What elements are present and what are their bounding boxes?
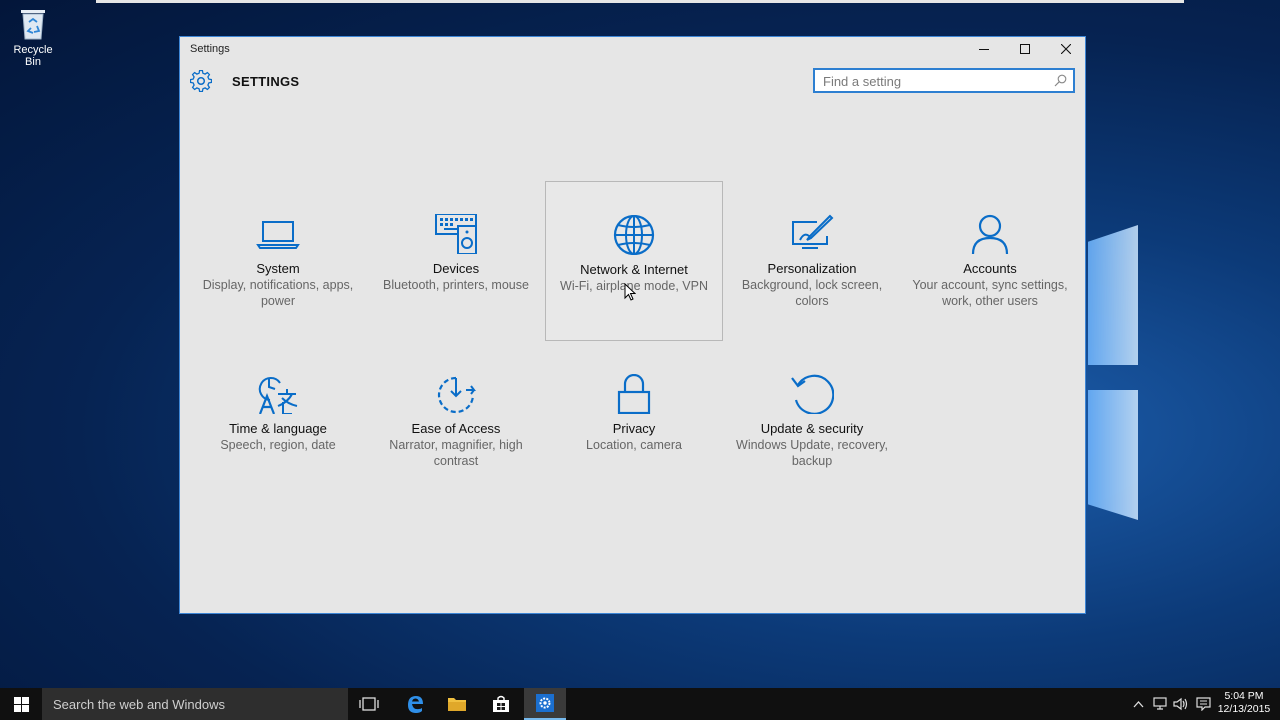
show-hidden-icons-button[interactable] xyxy=(1130,688,1146,720)
taskbar: Search the web and Windows 5:04 PM 12/13… xyxy=(0,688,1280,720)
store-icon xyxy=(493,695,509,712)
taskbar-search-box[interactable]: Search the web and Windows xyxy=(42,688,348,720)
tile-description: Background, lock screen, colors xyxy=(741,278,883,308)
minimize-button[interactable] xyxy=(964,37,1004,61)
background-window-edge xyxy=(96,0,1184,3)
search-icon[interactable] xyxy=(1054,74,1067,87)
time-language-icon xyxy=(189,374,367,416)
taskbar-clock[interactable]: 5:04 PM 12/13/2015 xyxy=(1212,690,1276,716)
task-view-icon xyxy=(359,697,379,711)
recycle-bin-icon xyxy=(18,6,48,40)
settings-gear-icon xyxy=(536,694,554,712)
action-center-button[interactable] xyxy=(1194,688,1212,720)
laptop-icon xyxy=(189,214,367,256)
tile-personalization[interactable]: Personalization Background, lock screen,… xyxy=(723,181,901,341)
tile-name: Network & Internet xyxy=(580,262,688,277)
windows-start-icon xyxy=(13,696,29,712)
mouse-cursor-icon xyxy=(624,283,636,301)
ease-of-access-icon xyxy=(367,374,545,416)
edge-icon xyxy=(408,696,423,713)
network-icon xyxy=(1153,697,1167,710)
window-title: Settings xyxy=(190,43,230,55)
lock-icon xyxy=(545,374,723,416)
task-view-button[interactable] xyxy=(348,688,390,720)
tile-description: Speech, region, date xyxy=(220,438,336,452)
clock-time: 5:04 PM xyxy=(1224,690,1264,702)
tile-description: Display, notifications, apps, power xyxy=(202,278,354,308)
chevron-up-icon xyxy=(1133,700,1143,707)
tile-name: Privacy xyxy=(612,421,656,436)
network-tray-button[interactable] xyxy=(1151,688,1169,720)
tile-description: Windows Update, recovery, backup xyxy=(736,438,888,468)
clock-date: 12/13/2015 xyxy=(1217,703,1271,715)
tile-time-language[interactable]: Time & language Speech, region, date xyxy=(189,341,367,501)
tile-description: Your account, sync settings, work, other… xyxy=(912,278,1068,308)
tile-network-internet[interactable]: Network & Internet Wi-Fi, airplane mode,… xyxy=(545,181,723,341)
tile-ease-of-access[interactable]: Ease of Access Narrator, magnifier, high… xyxy=(367,341,545,501)
devices-icon xyxy=(367,214,545,256)
tile-name: Time & language xyxy=(229,421,327,436)
folder-icon xyxy=(448,698,466,711)
tile-description: Bluetooth, printers, mouse xyxy=(383,278,529,292)
settings-taskbar-button[interactable] xyxy=(524,688,566,720)
notifications-icon xyxy=(1195,697,1211,711)
tile-name: Update & security xyxy=(760,421,864,436)
recycle-bin[interactable]: Recycle Bin xyxy=(4,6,62,68)
paint-icon xyxy=(723,214,901,256)
tile-privacy[interactable]: Privacy Location, camera xyxy=(545,341,723,501)
file-explorer-button[interactable] xyxy=(436,688,478,720)
search-placeholder: Find a setting xyxy=(823,74,902,89)
tile-name: Ease of Access xyxy=(411,421,501,436)
close-button[interactable] xyxy=(1046,37,1086,61)
settings-header: SETTINGS xyxy=(190,70,299,92)
tile-name: System xyxy=(256,261,300,276)
page-title: SETTINGS xyxy=(232,73,300,89)
maximize-button[interactable] xyxy=(1005,37,1045,61)
recycle-bin-label: Recycle Bin xyxy=(13,44,53,68)
taskbar-search-placeholder: Search the web and Windows xyxy=(53,697,225,712)
tile-name: Personalization xyxy=(767,261,857,276)
tile-devices[interactable]: Devices Bluetooth, printers, mouse xyxy=(367,181,545,341)
store-button[interactable] xyxy=(480,688,522,720)
windows-wallpaper-logo xyxy=(1088,225,1138,520)
title-bar[interactable]: Settings xyxy=(180,37,1085,61)
speaker-icon xyxy=(1173,697,1188,711)
tile-system[interactable]: System Display, notifications, apps, pow… xyxy=(189,181,367,341)
update-icon xyxy=(723,374,901,416)
tile-description: Narrator, magnifier, high contrast xyxy=(389,438,523,468)
person-icon xyxy=(901,214,1079,256)
settings-window: Settings SETTINGS Find a setting System … xyxy=(179,36,1086,614)
tile-name: Devices xyxy=(432,261,480,276)
tile-description: Location, camera xyxy=(586,438,682,452)
tile-update-security[interactable]: Update & security Windows Update, recove… xyxy=(723,341,901,501)
tile-accounts[interactable]: Accounts Your account, sync settings, wo… xyxy=(901,181,1079,341)
volume-tray-button[interactable] xyxy=(1172,688,1190,720)
globe-icon xyxy=(546,215,722,257)
start-button[interactable] xyxy=(0,688,42,720)
gear-icon xyxy=(190,70,212,92)
edge-button[interactable] xyxy=(394,688,436,720)
find-setting-input[interactable]: Find a setting xyxy=(813,68,1075,93)
tile-name: Accounts xyxy=(963,261,1017,276)
